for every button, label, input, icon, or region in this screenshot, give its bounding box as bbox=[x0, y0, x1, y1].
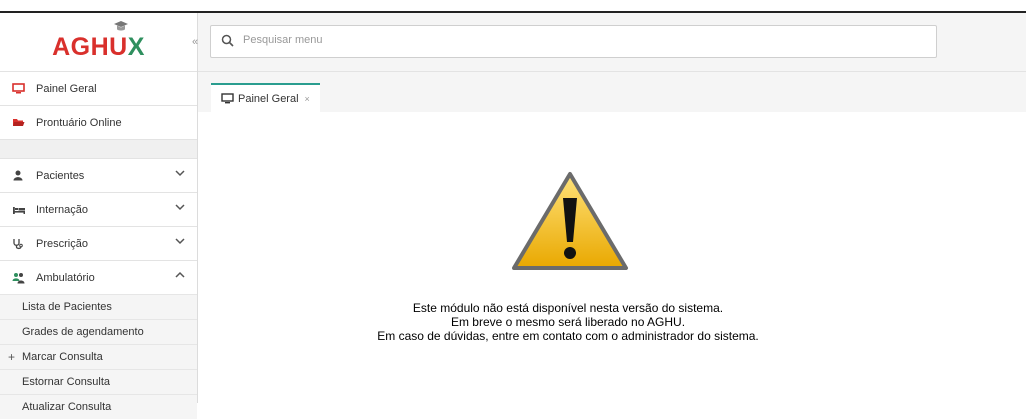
main-content: Este módulo não está disponível nesta ve… bbox=[198, 112, 1026, 403]
sidebar-item-label: Prontuário Online bbox=[36, 116, 122, 129]
sidebar-item-painel-geral[interactable]: Painel Geral bbox=[0, 71, 197, 105]
sidebar-subitem-grades-de-agendamento[interactable]: Grades de agendamento bbox=[0, 319, 197, 344]
warning-icon bbox=[512, 172, 628, 270]
sidebar-group-pacientes[interactable]: Pacientes bbox=[0, 158, 197, 192]
users-icon bbox=[12, 272, 26, 284]
logo[interactable]: AGHUX bbox=[0, 13, 197, 71]
logo-text: AGHUX bbox=[52, 32, 145, 61]
sidebar-group-label: Prescrição bbox=[36, 237, 88, 250]
chevron-down-icon bbox=[175, 170, 185, 177]
tab-bar: Painel Geral × bbox=[198, 72, 1026, 112]
top-header bbox=[198, 13, 1026, 72]
monitor-icon bbox=[221, 93, 234, 104]
close-tab-icon[interactable]: × bbox=[305, 94, 310, 104]
tab-painel-geral[interactable]: Painel Geral × bbox=[211, 83, 320, 112]
sidebar-group-label: Ambulatório bbox=[36, 271, 95, 284]
sidebar-subitem-label: Marcar Consulta bbox=[22, 351, 103, 363]
message-line-3: Em caso de dúvidas, entre em contato com… bbox=[377, 329, 759, 343]
sidebar-group-ambulatorio[interactable]: Ambulatório bbox=[0, 260, 197, 294]
sidebar-item-label: Painel Geral bbox=[36, 82, 97, 95]
sidebar-group-label: Pacientes bbox=[36, 169, 85, 182]
sidebar-subitem-marcar-consulta[interactable]: + Marcar Consulta bbox=[0, 344, 197, 369]
search-box[interactable] bbox=[210, 25, 937, 58]
graduation-cap-icon bbox=[114, 21, 128, 31]
monitor-icon bbox=[12, 83, 26, 94]
sidebar-subitem-label: Grades de agendamento bbox=[22, 326, 144, 338]
folder-open-icon bbox=[12, 117, 26, 128]
chevron-down-icon bbox=[175, 238, 185, 245]
sidebar-subitem-atualizar-consulta[interactable]: Atualizar Consulta bbox=[0, 394, 197, 419]
sidebar-spacer bbox=[0, 139, 197, 158]
sidebar: AGHUX Painel Geral Prontuário Online Pac… bbox=[0, 13, 198, 419]
sidebar-group-internacao[interactable]: Internação bbox=[0, 192, 197, 226]
message-line-1: Este módulo não está disponível nesta ve… bbox=[412, 301, 724, 315]
bed-icon bbox=[12, 205, 26, 215]
chevron-up-icon bbox=[175, 271, 185, 278]
search-icon bbox=[221, 34, 234, 47]
search-input[interactable] bbox=[241, 33, 925, 47]
sidebar-subitem-estornar-consulta[interactable]: Estornar Consulta bbox=[0, 369, 197, 394]
sidebar-subitem-lista-de-pacientes[interactable]: Lista de Pacientes bbox=[0, 294, 197, 319]
unavailable-message: Este módulo não está disponível nesta ve… bbox=[298, 301, 838, 343]
sidebar-group-label: Internação bbox=[36, 203, 88, 216]
sidebar-group-prescricao[interactable]: Prescrição bbox=[0, 226, 197, 260]
stethoscope-icon bbox=[12, 238, 26, 250]
sidebar-subitem-label: Lista de Pacientes bbox=[22, 301, 112, 313]
chevron-down-icon bbox=[175, 204, 185, 211]
plus-icon: + bbox=[8, 350, 16, 364]
tab-label: Painel Geral bbox=[238, 92, 299, 105]
sidebar-item-prontuario-online[interactable]: Prontuário Online bbox=[0, 105, 197, 139]
user-icon bbox=[12, 170, 26, 181]
message-line-2: Em breve o mesmo será liberado no AGHU. bbox=[450, 315, 686, 329]
sidebar-subitem-label: Estornar Consulta bbox=[22, 376, 111, 388]
